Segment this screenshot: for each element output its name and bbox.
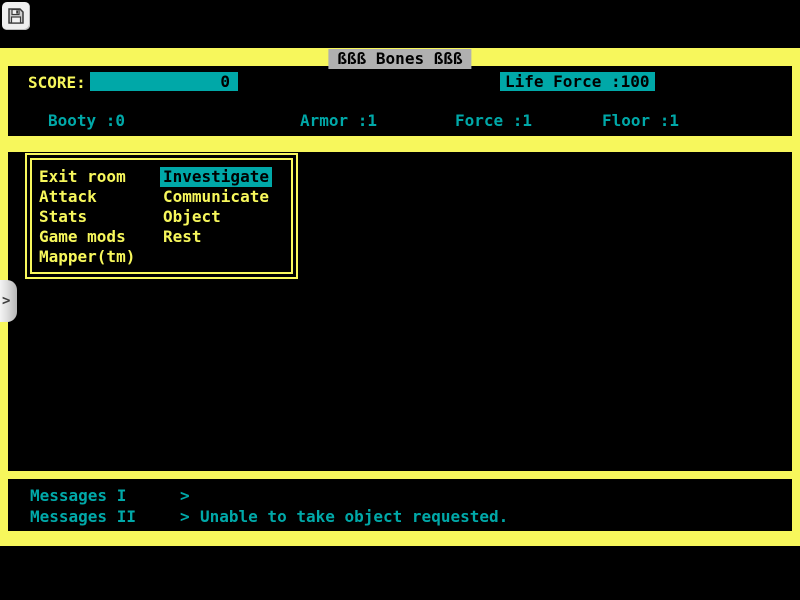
save-button[interactable] [2,2,30,30]
chevron-right-icon: > [2,293,10,309]
stat-armor: Armor :1 [300,111,377,130]
message-2-prompt: > [180,508,190,526]
status-panel: ßßß Bones ßßß SCORE: 0 Life Force :100 B… [0,48,800,143]
save-icon [7,7,25,25]
message-1-label: Messages I [30,487,126,505]
message-row-2: Messages II > Unable to take object requ… [8,508,792,526]
game-title: ßßß Bones ßßß [328,49,471,69]
play-area-panel: Exit room Attack Stats Game mods Mapper(… [0,143,800,475]
menu-item-exit-room[interactable]: Exit room [36,167,129,187]
play-area: Exit room Attack Stats Game mods Mapper(… [8,152,792,471]
message-2-label: Messages II [30,508,136,526]
messages-panel: Messages I > Messages II > Unable to tak… [0,475,800,546]
menu-item-investigate[interactable]: Investigate [160,167,272,187]
game-screen: { "colors": { "frame_yellow": "#F7F75C",… [0,0,800,600]
menu-item-rest[interactable]: Rest [160,227,205,247]
score-label: SCORE: [28,73,86,92]
stat-booty: Booty :0 [48,111,125,130]
menu-item-stats[interactable]: Stats [36,207,90,227]
stat-force: Force :1 [455,111,532,130]
menu-item-object[interactable]: Object [160,207,224,227]
menu-item-communicate[interactable]: Communicate [160,187,272,207]
command-menu-border: Exit room Attack Stats Game mods Mapper(… [30,158,293,274]
status-panel-body: SCORE: 0 Life Force :100 Booty :0 Armor … [8,66,792,136]
menu-item-attack[interactable]: Attack [36,187,100,207]
message-1-prompt: > [180,487,190,505]
messages-body: Messages I > Messages II > Unable to tak… [8,479,792,531]
score-bar: 0 [90,72,238,91]
stat-floor: Floor :1 [602,111,679,130]
sidebar-expand-tab[interactable]: > [0,280,17,322]
command-menu: Exit room Attack Stats Game mods Mapper(… [25,153,298,279]
message-row-1: Messages I > [8,487,792,505]
message-2-text: Unable to take object requested. [200,508,508,526]
menu-item-game-mods[interactable]: Game mods [36,227,129,247]
life-force-badge: Life Force :100 [500,72,655,91]
menu-item-mapper[interactable]: Mapper(tm) [36,247,138,267]
